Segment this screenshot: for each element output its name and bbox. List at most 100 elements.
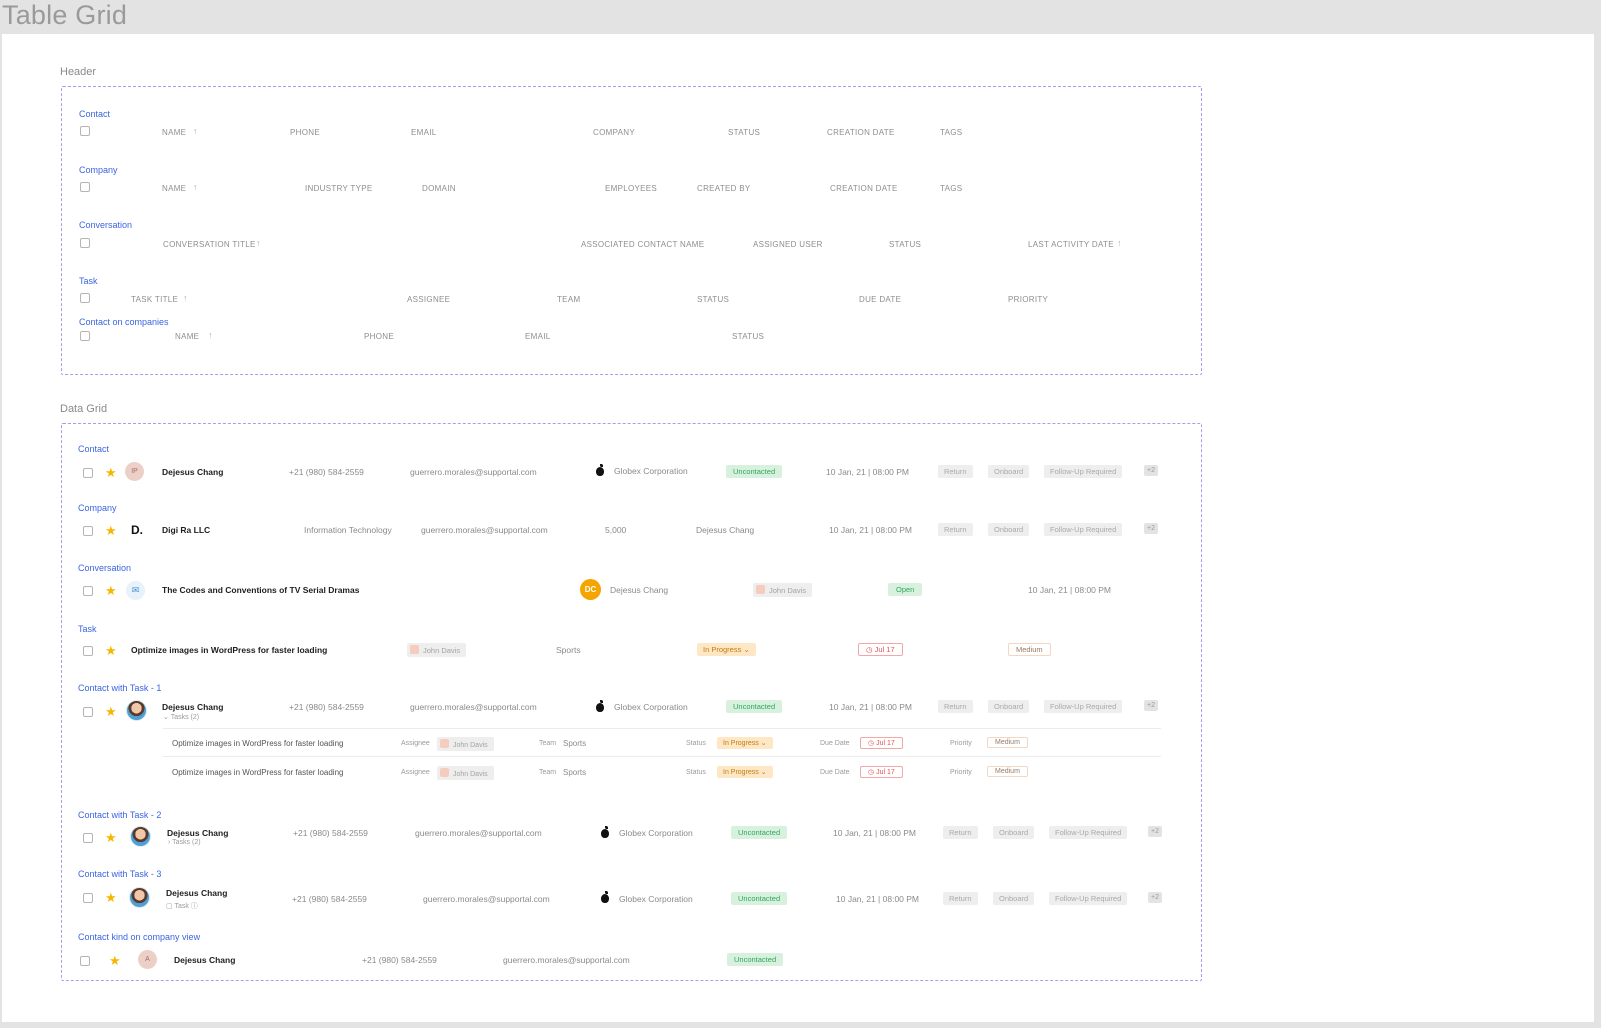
tag[interactable]: Follow-Up Required	[1049, 892, 1128, 905]
status-badge[interactable]: Uncontacted	[731, 826, 788, 839]
sort-arrow-icon[interactable]: ↑	[208, 330, 213, 340]
row-checkbox[interactable]	[83, 646, 93, 656]
tag[interactable]: Return	[938, 523, 973, 536]
column-header[interactable]: DOMAIN	[422, 184, 456, 193]
contact-company[interactable]: Globex Corporation	[614, 466, 688, 476]
company-domain[interactable]: guerrero.morales@supportal.com	[421, 525, 548, 535]
company-name[interactable]: Digi Ra LLC	[162, 525, 210, 535]
sort-arrow-icon[interactable]: ↑	[1117, 238, 1122, 248]
row-checkbox[interactable]	[83, 833, 93, 843]
star-icon[interactable]: ★	[105, 891, 117, 904]
column-header[interactable]: NAME	[162, 184, 186, 193]
status-badge[interactable]: Open	[888, 583, 923, 596]
status-badge[interactable]: Uncontacted	[726, 465, 783, 478]
star-icon[interactable]: ★	[105, 705, 117, 718]
header-checkbox[interactable]	[80, 126, 90, 136]
contact-email[interactable]: guerrero.morales@supportal.com	[423, 894, 550, 904]
column-header[interactable]: INDUSTRY TYPE	[305, 184, 372, 193]
status-dropdown[interactable]: In Progress ⌄	[717, 766, 773, 778]
tag[interactable]: Follow-Up Required	[1049, 826, 1128, 839]
sort-arrow-icon[interactable]: ↑	[193, 126, 198, 136]
tag[interactable]: Onboard	[993, 892, 1035, 905]
tasks-toggle[interactable]: ⌄ Tasks (2)	[163, 713, 199, 721]
column-header[interactable]: ASSOCIATED CONTACT NAME	[581, 240, 704, 249]
assigned-user-chip[interactable]: John Davis	[753, 583, 813, 597]
column-header[interactable]: TAGS	[940, 128, 962, 137]
contact-name[interactable]: Dejesus Chang	[162, 467, 223, 477]
column-header[interactable]: STATUS	[728, 128, 760, 137]
contact-name[interactable]: Dejesus Chang	[167, 828, 228, 838]
star-icon[interactable]: ★	[105, 466, 117, 479]
sort-arrow-icon[interactable]: ↑	[256, 238, 261, 248]
column-header[interactable]: STATUS	[732, 332, 764, 341]
tag[interactable]: Return	[938, 465, 973, 478]
contact-name[interactable]: Dejesus Chang	[162, 702, 223, 712]
column-header[interactable]: NAME	[162, 128, 186, 137]
tag[interactable]: Onboard	[988, 523, 1030, 536]
tasks-toggle[interactable]: ▢ Task ⓘ	[166, 901, 198, 911]
tag[interactable]: Return	[938, 700, 973, 713]
conversation-title[interactable]: The Codes and Conventions of TV Serial D…	[162, 585, 359, 595]
column-header[interactable]: STATUS	[889, 240, 921, 249]
contact-email[interactable]: guerrero.morales@supportal.com	[410, 702, 537, 712]
contact-company[interactable]: Globex Corporation	[614, 702, 688, 712]
due-date-badge[interactable]: ◷ Jul 17	[858, 643, 903, 656]
header-checkbox[interactable]	[80, 182, 90, 192]
row-checkbox[interactable]	[83, 707, 93, 717]
contact-name[interactable]: Dejesus Chang	[174, 955, 235, 965]
column-header[interactable]: EMAIL	[411, 128, 437, 137]
more-tags-badge[interactable]: +2	[1148, 826, 1162, 837]
star-icon[interactable]: ★	[105, 644, 117, 657]
row-checkbox[interactable]	[83, 893, 93, 903]
row-checkbox[interactable]	[83, 468, 93, 478]
contact-company[interactable]: Globex Corporation	[619, 828, 693, 838]
header-checkbox[interactable]	[80, 331, 90, 341]
priority-badge[interactable]: Medium	[1008, 643, 1051, 656]
status-dropdown[interactable]: In Progress ⌄	[697, 643, 756, 656]
contact-email[interactable]: guerrero.morales@supportal.com	[415, 828, 542, 838]
header-checkbox[interactable]	[80, 238, 90, 248]
star-icon[interactable]: ★	[109, 954, 121, 967]
status-dropdown[interactable]: In Progress ⌄	[717, 737, 773, 749]
column-header[interactable]: STATUS	[697, 295, 729, 304]
row-checkbox[interactable]	[83, 526, 93, 536]
column-header[interactable]: CONVERSATION TITLE	[163, 240, 256, 249]
more-tags-badge[interactable]: +2	[1144, 465, 1158, 476]
assignee-chip[interactable]: John Davis	[437, 766, 494, 780]
sort-arrow-icon[interactable]: ↑	[183, 293, 188, 303]
contact-email[interactable]: guerrero.morales@supportal.com	[410, 467, 537, 477]
tasks-toggle[interactable]: › Tasks (2)	[168, 839, 201, 846]
contact-email[interactable]: guerrero.morales@supportal.com	[503, 955, 630, 965]
status-badge[interactable]: Uncontacted	[727, 953, 784, 966]
column-header[interactable]: PHONE	[290, 128, 320, 137]
column-header[interactable]: PHONE	[364, 332, 394, 341]
tag[interactable]: Return	[943, 826, 978, 839]
subtask-title[interactable]: Optimize images in WordPress for faster …	[172, 739, 343, 748]
star-icon[interactable]: ★	[105, 524, 117, 537]
associated-contact-name[interactable]: Dejesus Chang	[610, 585, 668, 595]
contact-name[interactable]: Dejesus Chang	[166, 888, 227, 898]
tag[interactable]: Return	[943, 892, 978, 905]
status-badge[interactable]: Uncontacted	[726, 700, 783, 713]
tag[interactable]: Onboard	[988, 700, 1030, 713]
column-header[interactable]: COMPANY	[593, 128, 635, 137]
priority-badge[interactable]: Medium	[987, 737, 1028, 748]
column-header[interactable]: LAST ACTIVITY DATE	[1028, 240, 1114, 249]
star-icon[interactable]: ★	[105, 584, 117, 597]
tag[interactable]: Follow-Up Required	[1044, 465, 1123, 478]
assignee-chip[interactable]: John Davis	[407, 643, 467, 657]
header-checkbox[interactable]	[80, 293, 90, 303]
column-header[interactable]: EMAIL	[525, 332, 551, 341]
column-header[interactable]: PRIORITY	[1008, 295, 1048, 304]
tag[interactable]: Onboard	[993, 826, 1035, 839]
subtask-title[interactable]: Optimize images in WordPress for faster …	[172, 768, 343, 777]
tag[interactable]: Follow-Up Required	[1044, 523, 1123, 536]
column-header[interactable]: CREATION DATE	[827, 128, 895, 137]
task-title[interactable]: Optimize images in WordPress for faster …	[131, 645, 327, 655]
row-checkbox[interactable]	[83, 586, 93, 596]
column-header[interactable]: NAME	[175, 332, 199, 341]
status-badge[interactable]: Uncontacted	[731, 892, 788, 905]
assignee-chip[interactable]: John Davis	[437, 737, 494, 751]
column-header[interactable]: EMPLOYEES	[605, 184, 657, 193]
star-icon[interactable]: ★	[105, 831, 117, 844]
